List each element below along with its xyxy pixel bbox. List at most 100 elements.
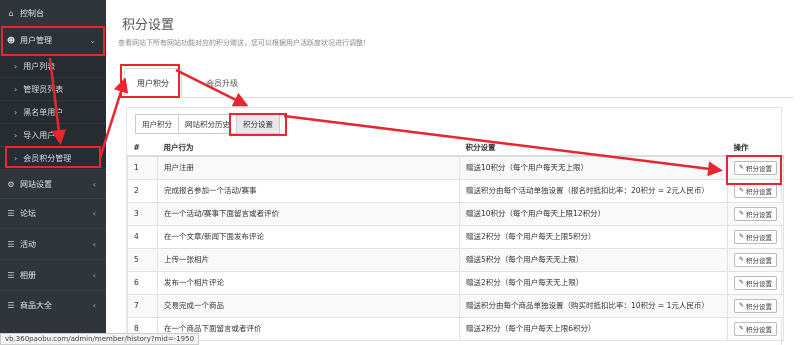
list-icon: ☰ — [7, 208, 15, 218]
row-setting: 赠送10积分（每个用户每天上限12积分） — [459, 201, 728, 226]
row-num: 1 — [127, 155, 158, 180]
table-header-row: # 用户行为 积分设置 操作 — [127, 140, 784, 157]
button-label: 积分设置 — [746, 187, 773, 196]
sidebar-item-label: 相册 — [20, 270, 36, 280]
status-bar-url: vb.360paobu.com/admin/member/history?mid… — [0, 333, 200, 345]
sidebar-item-dashboard[interactable]: ⌂ 控制台 — [0, 0, 106, 26]
row-action: 完成报名参加一个活动/赛事 — [157, 178, 460, 203]
primary-tabs: 用户积分 会员升级 — [118, 68, 794, 98]
row-setting: 赠送2积分（每个用户每天上限5积分） — [459, 224, 728, 249]
row-num: 7 — [127, 293, 158, 318]
sidebar-item-events[interactable]: ☰ 活动 ‹ — [0, 231, 106, 257]
pencil-icon: ✎ — [739, 325, 745, 332]
points-settings-button[interactable]: ✎ 积分设置 — [734, 321, 778, 336]
sidebar-sub-user-list[interactable]: › 用户列表 — [0, 55, 106, 77]
sidebar-item-label: 论坛 — [20, 208, 36, 218]
divider — [0, 228, 106, 229]
table-row: 7 交易完成一个商品 赠送积分由每个商品单独设置（购买时抵扣比率：10积分 = … — [127, 293, 784, 318]
chevron-left-icon: ‹ — [92, 208, 96, 218]
button-label: 积分设置 — [746, 210, 773, 219]
row-num: 6 — [127, 270, 158, 295]
row-setting: 赠送10积分（每个用户每天无上限） — [459, 155, 728, 180]
pencil-icon: ✎ — [739, 256, 745, 263]
chevron-left-icon: ‹ — [92, 179, 96, 189]
divider — [0, 198, 106, 199]
sidebar-item-products[interactable]: ☰ 商品大全 ‹ — [0, 292, 106, 318]
list-icon: ☰ — [7, 270, 15, 280]
sidebar-sub-blacklist[interactable]: › 黑名单用户 — [0, 101, 106, 123]
row-operation: ✎ 积分设置 — [727, 201, 784, 226]
row-action: 在一个文章/新闻下面发布评论 — [157, 224, 460, 249]
button-label: 积分设置 — [746, 325, 773, 334]
button-label: 积分设置 — [746, 233, 773, 242]
sidebar-item-site-settings[interactable]: ⚙ 网站设置 ‹ — [0, 171, 106, 197]
table-row: 6 发布一个相片评论 赠送2积分（每个用户每天无上限） ✎ 积分设置 — [127, 270, 784, 295]
chevron-right-icon: › — [14, 130, 18, 140]
points-settings-button[interactable]: ✎ 积分设置 — [734, 183, 778, 198]
table-row: 3 在一个活动/赛事下面留言或者评价 赠送10积分（每个用户每天上限12积分） … — [127, 201, 784, 226]
gear-icon: ⚙ — [7, 179, 15, 189]
points-settings-button[interactable]: ✎ 积分设置 — [734, 229, 778, 244]
row-setting: 赠送2积分（每个用户每天上限6积分） — [459, 316, 728, 341]
row-action: 用户注册 — [157, 155, 460, 180]
row-setting: 赠送5积分（每个用户每天无上限） — [459, 247, 728, 272]
header-num: # — [127, 140, 158, 157]
button-label: 积分设置 — [746, 256, 773, 265]
sidebar-item-label: 商品大全 — [20, 300, 52, 310]
pencil-icon: ✎ — [739, 187, 745, 194]
row-action: 发布一个相片评论 — [157, 270, 460, 295]
subtab-user-points[interactable]: 用户积分 — [135, 114, 179, 134]
chevron-left-icon: ‹ — [92, 270, 96, 280]
sidebar-sub-import-users[interactable]: › 导入用户 — [0, 124, 106, 146]
points-settings-button[interactable]: ✎ 积分设置 — [734, 252, 778, 267]
list-icon: ☰ — [7, 300, 15, 310]
row-operation: ✎ 积分设置 — [727, 316, 784, 341]
home-icon: ⌂ — [8, 8, 14, 18]
row-setting: 赠送2积分（每个用户每天无上限） — [459, 270, 728, 295]
row-setting: 赠送积分由每个活动单独设置（报名时抵扣比率：20积分 = 2元人民币） — [459, 178, 728, 203]
sidebar-sub-label: 管理员列表 — [23, 84, 64, 94]
table-row: 1 用户注册 赠送10积分（每个用户每天无上限） ✎ 积分设置 — [127, 155, 784, 180]
points-settings-button[interactable]: ✎ 积分设置 — [734, 275, 778, 290]
points-settings-button[interactable]: ✎ 积分设置 — [734, 206, 778, 221]
annotation-box-user-points-tab — [120, 64, 180, 98]
chevron-left-icon: ‹ — [92, 239, 96, 249]
sidebar-item-label: 控制台 — [20, 8, 44, 18]
page-title: 积分设置 — [122, 18, 175, 33]
points-settings-button[interactable]: ✎ 积分设置 — [734, 298, 778, 313]
sidebar-item-album[interactable]: ☰ 相册 ‹ — [0, 262, 106, 288]
points-settings-panel: 用户积分 网站积分历史 积分设置 # 用户行为 积分设置 操作 1 用户注册 赠… — [126, 107, 784, 345]
annotation-box-user-management — [1, 26, 105, 56]
pencil-icon: ✎ — [739, 279, 745, 286]
annotation-box-member-points — [5, 146, 101, 168]
sidebar-sub-admin-list[interactable]: › 管理员列表 — [0, 78, 106, 100]
sidebar-item-forum[interactable]: ☰ 论坛 ‹ — [0, 200, 106, 226]
header-setting: 积分设置 — [459, 140, 728, 157]
row-setting: 赠送积分由每个商品单独设置（购买时抵扣比率：10积分 = 1元人民币） — [459, 293, 728, 318]
row-action: 上传一张相片 — [157, 247, 460, 272]
header-action: 用户行为 — [157, 140, 460, 157]
list-icon: ☰ — [7, 239, 15, 249]
sidebar-item-label: 活动 — [20, 239, 36, 249]
sidebar-sub-label: 用户列表 — [23, 61, 56, 71]
points-rules-table: # 用户行为 积分设置 操作 1 用户注册 赠送10积分（每个用户每天无上限） … — [127, 140, 784, 341]
row-operation: ✎ 积分设置 — [727, 224, 784, 249]
page-subtitle: 查看网站下所有网站功能对应的积分赠送，您可以根据用户活跃度状况进行调整！ — [118, 39, 370, 47]
main-content: 积分设置 查看网站下所有网站功能对应的积分赠送，您可以根据用户活跃度状况进行调整… — [106, 0, 800, 345]
table-row: 2 完成报名参加一个活动/赛事 赠送积分由每个活动单独设置（报名时抵扣比率：20… — [127, 178, 784, 203]
tab-member-upgrade[interactable]: 会员升级 — [194, 68, 250, 98]
row-num: 2 — [127, 178, 158, 203]
annotation-box-settings-button — [726, 155, 782, 185]
chevron-left-icon: ‹ — [92, 300, 96, 310]
sidebar-item-label: 网站设置 — [20, 179, 52, 189]
row-action: 交易完成一个商品 — [157, 293, 460, 318]
row-num: 3 — [127, 201, 158, 226]
divider — [0, 259, 106, 260]
table-row: 8 在一个商品下面留言或者评价 赠送2积分（每个用户每天上限6积分） ✎ 积分设置 — [127, 316, 784, 341]
annotation-box-points-settings-subtab — [229, 113, 287, 136]
row-action: 在一个活动/赛事下面留言或者评价 — [157, 201, 460, 226]
row-operation: ✎ 积分设置 — [727, 293, 784, 318]
sidebar-sub-label: 黑名单用户 — [23, 107, 64, 117]
table-row: 5 上传一张相片 赠送5积分（每个用户每天无上限） ✎ 积分设置 — [127, 247, 784, 272]
pencil-icon: ✎ — [739, 302, 745, 309]
